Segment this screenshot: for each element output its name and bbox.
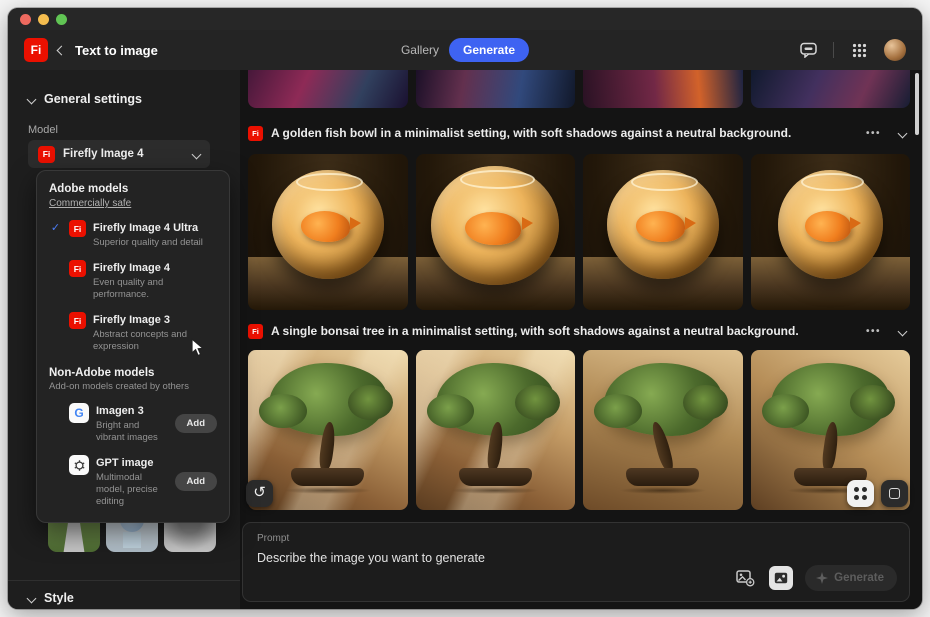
firefly-model-icon: Fi: [69, 260, 86, 277]
generated-image[interactable]: [751, 154, 911, 310]
check-placeholder: [49, 403, 62, 444]
collapse-chevron-icon[interactable]: [898, 326, 908, 336]
reference-image-button[interactable]: [733, 566, 757, 590]
page-title: Text to image: [75, 43, 158, 58]
check-placeholder: [49, 312, 62, 353]
settings-sidebar: General settings Model Fi Firefly Image …: [8, 70, 240, 609]
upload-image-button[interactable]: [769, 566, 793, 590]
model-option-imagen-3[interactable]: G Imagen 3 Bright and vibrant images Add: [49, 403, 217, 444]
model-option-desc: Superior quality and detail: [93, 237, 203, 249]
mouse-cursor: [190, 338, 205, 358]
prompt-input[interactable]: Describe the image you want to generate: [257, 551, 895, 565]
generated-image[interactable]: [583, 350, 743, 510]
model-option-firefly-image-4[interactable]: Fi Firefly Image 4 Even quality and perf…: [49, 260, 217, 301]
collapse-chevron-icon[interactable]: [898, 128, 908, 138]
adobe-models-header: Adobe models: [49, 183, 217, 195]
previous-generation-strip: [248, 70, 910, 108]
add-gpt-image-button[interactable]: Add: [175, 472, 217, 491]
firefly-model-badge: Fi: [248, 126, 263, 141]
sparkle-icon: [816, 572, 828, 584]
model-option-name: Firefly Image 4 Ultra: [93, 220, 203, 236]
check-placeholder: [49, 260, 62, 301]
chevron-down-icon: [192, 149, 202, 159]
generated-image[interactable]: [248, 70, 408, 108]
prompt-row-bonsai: Fi A single bonsai tree in a minimalist …: [248, 320, 910, 342]
firefly-logo[interactable]: Fi: [24, 38, 48, 62]
app-header: Fi Text to image Gallery Generate: [8, 30, 922, 70]
selected-check-icon: ✓: [49, 220, 62, 249]
back-icon[interactable]: [57, 45, 67, 55]
prompt-label: Prompt: [257, 533, 895, 544]
apps-grid-icon[interactable]: [847, 38, 871, 62]
openai-icon: [69, 455, 89, 475]
grid-view-button[interactable]: [847, 480, 874, 507]
generated-image[interactable]: [583, 70, 743, 108]
add-imagen3-button[interactable]: Add: [175, 414, 217, 433]
style-section-header[interactable]: Style: [8, 580, 240, 609]
prompt-text: A golden fish bowl in a minimalist setti…: [271, 126, 858, 140]
prompt-panel: Prompt Describe the image you want to ge…: [242, 522, 910, 602]
generated-image[interactable]: [583, 154, 743, 310]
model-option-desc: Even quality and performance.: [93, 277, 217, 301]
style-label: Style: [44, 591, 74, 605]
tab-generate[interactable]: Generate: [449, 38, 529, 62]
single-view-button[interactable]: [881, 480, 908, 507]
model-option-desc: Bright and vibrant images: [96, 420, 168, 444]
firefly-model-icon: Fi: [69, 312, 86, 329]
grid-view-icon: [854, 487, 867, 500]
zoom-window-button[interactable]: [56, 14, 67, 25]
model-option-gpt-image[interactable]: GPT image Multimodal model, precise edit…: [49, 455, 217, 508]
generate-button-label: Generate: [834, 572, 884, 584]
firefly-model-badge: Fi: [248, 324, 263, 339]
scrollbar[interactable]: [915, 73, 919, 135]
model-option-name: Firefly Image 4: [93, 260, 217, 276]
model-label: Model: [28, 124, 58, 136]
image-grid-bonsai: [248, 350, 910, 510]
generated-image[interactable]: [751, 70, 911, 108]
generation-feed: Fi A golden fish bowl in a minimalist se…: [240, 70, 922, 609]
close-window-button[interactable]: [20, 14, 31, 25]
tab-gallery[interactable]: Gallery: [401, 43, 439, 57]
chevron-down-icon: [27, 94, 37, 104]
generated-image[interactable]: [416, 350, 576, 510]
model-option-name: Imagen 3: [96, 403, 168, 419]
general-settings-label: General settings: [44, 92, 142, 106]
generated-image[interactable]: [248, 154, 408, 310]
app-window: Fi Text to image Gallery Generate: [8, 8, 922, 609]
generated-image[interactable]: [416, 154, 576, 310]
generate-button[interactable]: Generate: [805, 565, 897, 591]
commercially-safe-link[interactable]: Commercially safe: [49, 198, 217, 209]
model-option-firefly-image-4-ultra[interactable]: ✓ Fi Firefly Image 4 Ultra Superior qual…: [49, 220, 217, 249]
history-button[interactable]: ↺: [246, 480, 273, 507]
model-option-name: GPT image: [96, 455, 168, 471]
image-grid-fishbowl: [248, 154, 910, 310]
check-placeholder: [49, 455, 62, 508]
header-divider: [833, 42, 834, 58]
user-avatar[interactable]: [884, 39, 906, 61]
single-view-icon: [889, 488, 900, 499]
model-select-value: Firefly Image 4: [63, 148, 185, 160]
firefly-model-icon: Fi: [38, 146, 55, 163]
macos-titlebar: [8, 8, 922, 30]
minimize-window-button[interactable]: [38, 14, 49, 25]
prompt-row-fishbowl: Fi A golden fish bowl in a minimalist se…: [248, 122, 910, 144]
more-options-icon[interactable]: •••: [866, 128, 881, 139]
firefly-model-icon: Fi: [69, 220, 86, 237]
non-adobe-models-header: Non-Adobe models: [49, 367, 217, 379]
model-select-dropdown[interactable]: Fi Firefly Image 4: [28, 140, 210, 168]
general-settings-section-header[interactable]: General settings: [28, 92, 142, 106]
feedback-icon[interactable]: [796, 38, 820, 62]
google-icon: G: [69, 403, 89, 423]
generated-image[interactable]: [416, 70, 576, 108]
model-option-name: Firefly Image 3: [93, 312, 217, 328]
more-options-icon[interactable]: •••: [866, 326, 881, 337]
prompt-text: A single bonsai tree in a minimalist set…: [271, 324, 858, 338]
chevron-down-icon: [27, 593, 37, 603]
model-option-desc: Multimodal model, precise editing: [96, 472, 168, 508]
history-icon: ↺: [253, 484, 266, 501]
non-adobe-models-subheader: Add-on models created by others: [49, 381, 217, 392]
